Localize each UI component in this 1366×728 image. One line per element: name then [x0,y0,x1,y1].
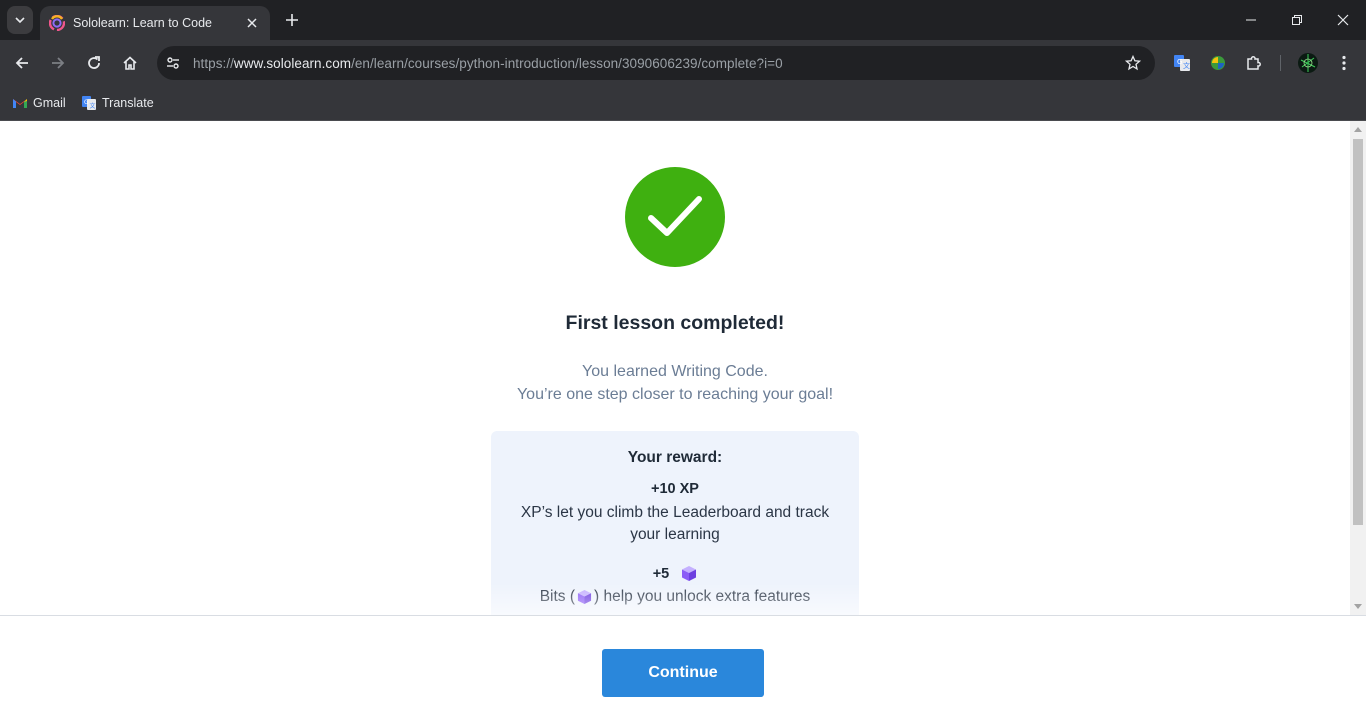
minimize-icon [1246,19,1256,21]
scrollbar-thumb[interactable] [1353,139,1363,525]
new-tab-button[interactable] [282,10,302,30]
close-icon [247,18,257,28]
bookmark-gmail[interactable]: Gmail [8,91,70,115]
extensions-button[interactable] [1243,52,1265,74]
completion-subtitle-line1: You learned Writing Code. [582,363,768,380]
plus-icon [286,14,298,26]
reward-title: Your reward: [627,449,723,466]
google-translate-extension[interactable]: G文 [1171,52,1193,74]
avatar [1298,53,1318,73]
star-icon [1125,55,1141,71]
bits-desc-prefix: Bits ( [539,588,576,605]
arrow-right-icon [52,57,65,69]
bookmarks-bar: Gmail G文 Translate [0,86,1366,121]
tab-search-button[interactable] [7,6,33,34]
forward-button[interactable] [44,49,72,77]
scroll-down-arrow[interactable] [1354,604,1362,609]
bits-desc-suffix: ) help you unlock extra features [594,588,811,605]
browser-toolbar: https://www.sololearn.com/en/learn/cours… [0,40,1366,86]
profile-avatar-button[interactable] [1296,51,1320,75]
svg-text:G: G [84,99,89,106]
site-info-button[interactable] [159,49,187,77]
url-text: https://www.sololearn.com/en/learn/cours… [193,56,783,71]
success-badge [625,167,725,267]
bookmark-translate[interactable]: G文 Translate [77,91,158,115]
tune-icon [167,57,179,69]
translate-icon: G文 [82,96,96,110]
reload-button[interactable] [80,49,108,77]
url-host: www.sololearn.com [233,55,352,71]
svg-text:G: G [1177,58,1182,66]
puzzle-icon [1247,56,1261,70]
restore-icon [1292,15,1302,25]
home-button[interactable] [116,49,144,77]
svg-text:文: 文 [1183,61,1190,70]
url-prefix: https:// [193,55,234,71]
bit-cube-icon [577,589,592,605]
xp-description: XP’s let you climb the Leaderboard and t… [520,504,830,543]
lesson-footer: Continue [0,615,1366,728]
bookmark-label: Translate [102,96,154,110]
home-icon [123,56,137,70]
tab-title: Sololearn: Learn to Code [73,16,212,30]
restore-button[interactable] [1274,0,1320,40]
translate-icon: G文 [1174,55,1190,71]
close-icon [1337,14,1349,26]
scroll-up-arrow[interactable] [1354,127,1362,132]
lesson-complete-page: First lesson completed! You learned Writ… [0,121,1350,615]
bit-cube-icon [682,566,697,581]
sololearn-favicon-icon [49,15,65,31]
close-window-button[interactable] [1320,0,1366,40]
bookmark-label: Gmail [33,96,66,110]
extension-globe-icon [1211,56,1225,70]
toolbar-divider [1280,55,1281,71]
bits-description: Bits ( ) help you unlock extra features [491,588,859,606]
arrow-left-icon [15,57,28,69]
continue-button[interactable]: Continue [602,649,764,697]
reload-icon [88,56,100,69]
minimize-button[interactable] [1228,0,1274,40]
colorful-extension[interactable] [1207,52,1229,74]
svg-text:文: 文 [90,102,96,110]
browser-tab[interactable]: Sololearn: Learn to Code [40,6,270,40]
bits-amount: +5 [652,565,670,582]
page-title: First lesson completed! [565,312,785,334]
page-scrollbar[interactable] [1350,121,1366,615]
browser-menu-button[interactable] [1333,52,1355,74]
chevron-down-icon [15,17,25,24]
address-bar[interactable]: https://www.sololearn.com/en/learn/cours… [157,46,1155,80]
bookmark-star-button[interactable] [1123,53,1143,73]
bits-reward-row: +5 [491,565,859,582]
completion-subtitle-line2: You’re one step closer to reaching your … [516,386,834,403]
url-path: /en/learn/courses/python-introduction/le… [351,55,783,71]
reward-card: Your reward: +10 XP XP’s let you climb t… [491,431,859,615]
more-vert-icon [1342,55,1346,71]
xp-amount: +10 XP [651,481,699,497]
browser-tab-strip: Sololearn: Learn to Code [0,0,1366,40]
close-tab-button[interactable] [244,15,260,31]
checkmark-icon [648,196,702,236]
back-button[interactable] [8,49,36,77]
gmail-icon [13,99,27,108]
